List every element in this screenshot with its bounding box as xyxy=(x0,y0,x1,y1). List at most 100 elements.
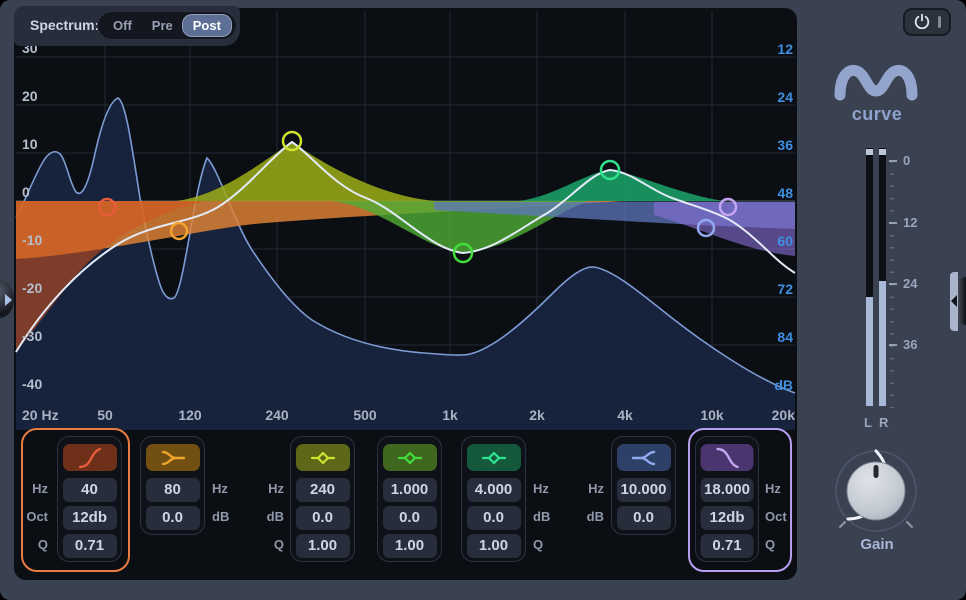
band-4-gain-field[interactable]: 0.0 xyxy=(382,506,437,530)
bell-icon xyxy=(481,451,506,464)
spectrum-area xyxy=(16,98,795,430)
band-panel-3: 240 0.0 1.00 xyxy=(290,436,355,562)
meter-right-fill xyxy=(879,281,886,406)
band-2-gain-field[interactable]: 0.0 xyxy=(145,506,200,530)
band-4-q-field[interactable]: 1.00 xyxy=(382,534,437,558)
band-1-q-field[interactable]: 0.71 xyxy=(62,534,117,558)
meter-left-peak xyxy=(866,149,873,155)
spectrum-toggle: Off Pre Post xyxy=(97,11,237,40)
svg-text:4k: 4k xyxy=(617,407,633,423)
gain-label: Gain xyxy=(860,536,894,553)
svg-text:240: 240 xyxy=(265,407,289,423)
band-5-freq-field[interactable]: 4.000 xyxy=(466,478,521,502)
band-2-type-button[interactable] xyxy=(145,444,200,471)
svg-text:36: 36 xyxy=(777,137,793,153)
band-fill-low-pass xyxy=(654,202,795,256)
band-7-type-button[interactable] xyxy=(700,444,754,471)
band-6-labels: Hz dB xyxy=(586,481,604,524)
svg-text:dB: dB xyxy=(774,377,793,393)
left-expand-arrow-icon[interactable] xyxy=(5,294,12,306)
spectrum-option-post[interactable]: Post xyxy=(182,15,231,36)
svg-text:-30: -30 xyxy=(22,328,42,344)
svg-text:0: 0 xyxy=(22,184,30,200)
gain-knob[interactable] xyxy=(824,439,928,543)
band-1-freq-field[interactable]: 40 xyxy=(62,478,117,502)
plugin-window: 30 20 10 0 -10 -20 -30 -40 12 24 36 48 60 72 84… xyxy=(0,0,966,600)
spectrum-option-off[interactable]: Off xyxy=(103,15,142,36)
band-7-q-field[interactable]: 0.71 xyxy=(700,534,754,558)
svg-text:-20: -20 xyxy=(22,280,42,296)
right-collapse-arrow-icon[interactable] xyxy=(951,295,957,307)
svg-text:1k: 1k xyxy=(442,407,458,423)
meter-tick-36 xyxy=(889,344,897,346)
knob-min-tick xyxy=(839,521,846,528)
svg-text:48: 48 xyxy=(777,185,793,201)
channel-label-left: L xyxy=(864,415,872,430)
band-3-q-field[interactable]: 1.00 xyxy=(295,534,350,558)
svg-text:20k: 20k xyxy=(772,407,796,423)
meter-scale-label: 36 xyxy=(903,337,918,352)
meter-tick-12 xyxy=(889,222,897,224)
band-panel-7: 18.000 12db 0.71 xyxy=(695,436,759,562)
bell-icon xyxy=(310,451,335,464)
band-panel-5: 4.000 0.0 1.00 xyxy=(461,436,526,562)
band-5-gain-field[interactable]: 0.0 xyxy=(466,506,521,530)
meter-left xyxy=(866,148,873,406)
band-5-type-button[interactable] xyxy=(466,444,521,471)
svg-text:84: 84 xyxy=(777,329,793,345)
band-4-freq-field[interactable]: 1.000 xyxy=(382,478,437,502)
band-fill-bell-4k xyxy=(519,170,724,201)
band-3-freq-field[interactable]: 240 xyxy=(295,478,350,502)
spectrum-option-pre[interactable]: Pre xyxy=(142,15,183,36)
band-panel-4: 1.000 0.0 1.00 xyxy=(377,436,442,562)
band-panel-6: 10.000 0.0 xyxy=(611,436,676,535)
meter-scale-label: 0 xyxy=(903,153,911,168)
band-2-freq-field[interactable]: 80 xyxy=(145,478,200,502)
svg-text:20: 20 xyxy=(22,88,38,104)
meter-scale-label: 12 xyxy=(903,215,918,230)
eq-graph: 3020 100 -10-20 -30-40 1224 3648 6072 84… xyxy=(15,11,796,430)
power-state-bar xyxy=(937,16,941,28)
spectrum-label: Spectrum: xyxy=(30,17,100,33)
bell-icon xyxy=(397,451,422,464)
svg-text:2k: 2k xyxy=(529,407,545,423)
band-panel-2: 80 0.0 xyxy=(140,436,205,535)
band-6-type-button[interactable] xyxy=(616,444,671,471)
meter-scale-label: 24 xyxy=(903,276,918,291)
meter-tick-24 xyxy=(889,283,897,285)
channel-label-right: R xyxy=(879,415,889,430)
high-pass-icon xyxy=(78,447,101,468)
band-3-type-button[interactable] xyxy=(295,444,350,471)
right-edge-knob[interactable] xyxy=(958,277,966,325)
svg-text:20 Hz: 20 Hz xyxy=(22,407,59,423)
svg-text:500: 500 xyxy=(353,407,377,423)
knob-max-tick xyxy=(906,521,913,528)
band-7-slope-field[interactable]: 12db xyxy=(700,506,754,530)
band-7-freq-field[interactable]: 18.000 xyxy=(700,478,754,502)
knob-pointer xyxy=(873,465,879,478)
brand-name: curve xyxy=(851,104,903,124)
power-button[interactable] xyxy=(903,8,951,36)
band-1-type-button[interactable] xyxy=(62,444,117,471)
meter-right xyxy=(879,148,886,406)
band-1-labels: Hz Oct Q xyxy=(26,481,48,552)
svg-text:10: 10 xyxy=(22,136,38,152)
band-3-gain-field[interactable]: 0.0 xyxy=(295,506,350,530)
meter-right-peak xyxy=(879,149,886,155)
band-2-labels: Hz dB xyxy=(212,481,230,524)
low-pass-icon xyxy=(715,447,739,468)
band-panel-1: 40 12db 0.71 xyxy=(57,436,122,562)
band-6-freq-field[interactable]: 10.000 xyxy=(616,478,671,502)
band-3-labels: Hz dB Q xyxy=(266,481,284,552)
band-6-gain-field[interactable]: 0.0 xyxy=(616,506,671,530)
svg-text:72: 72 xyxy=(777,281,793,297)
meter-left-fill xyxy=(866,297,873,406)
band-4-type-button[interactable] xyxy=(382,444,437,471)
band-1-slope-field[interactable]: 12db xyxy=(62,506,117,530)
svg-text:12: 12 xyxy=(777,41,793,57)
band-5-labels: Hz dB Q xyxy=(533,481,551,552)
svg-text:50: 50 xyxy=(97,407,113,423)
low-shelf-icon xyxy=(161,450,185,465)
band-5-q-field[interactable]: 1.00 xyxy=(466,534,521,558)
meter-tick-0 xyxy=(889,160,897,162)
